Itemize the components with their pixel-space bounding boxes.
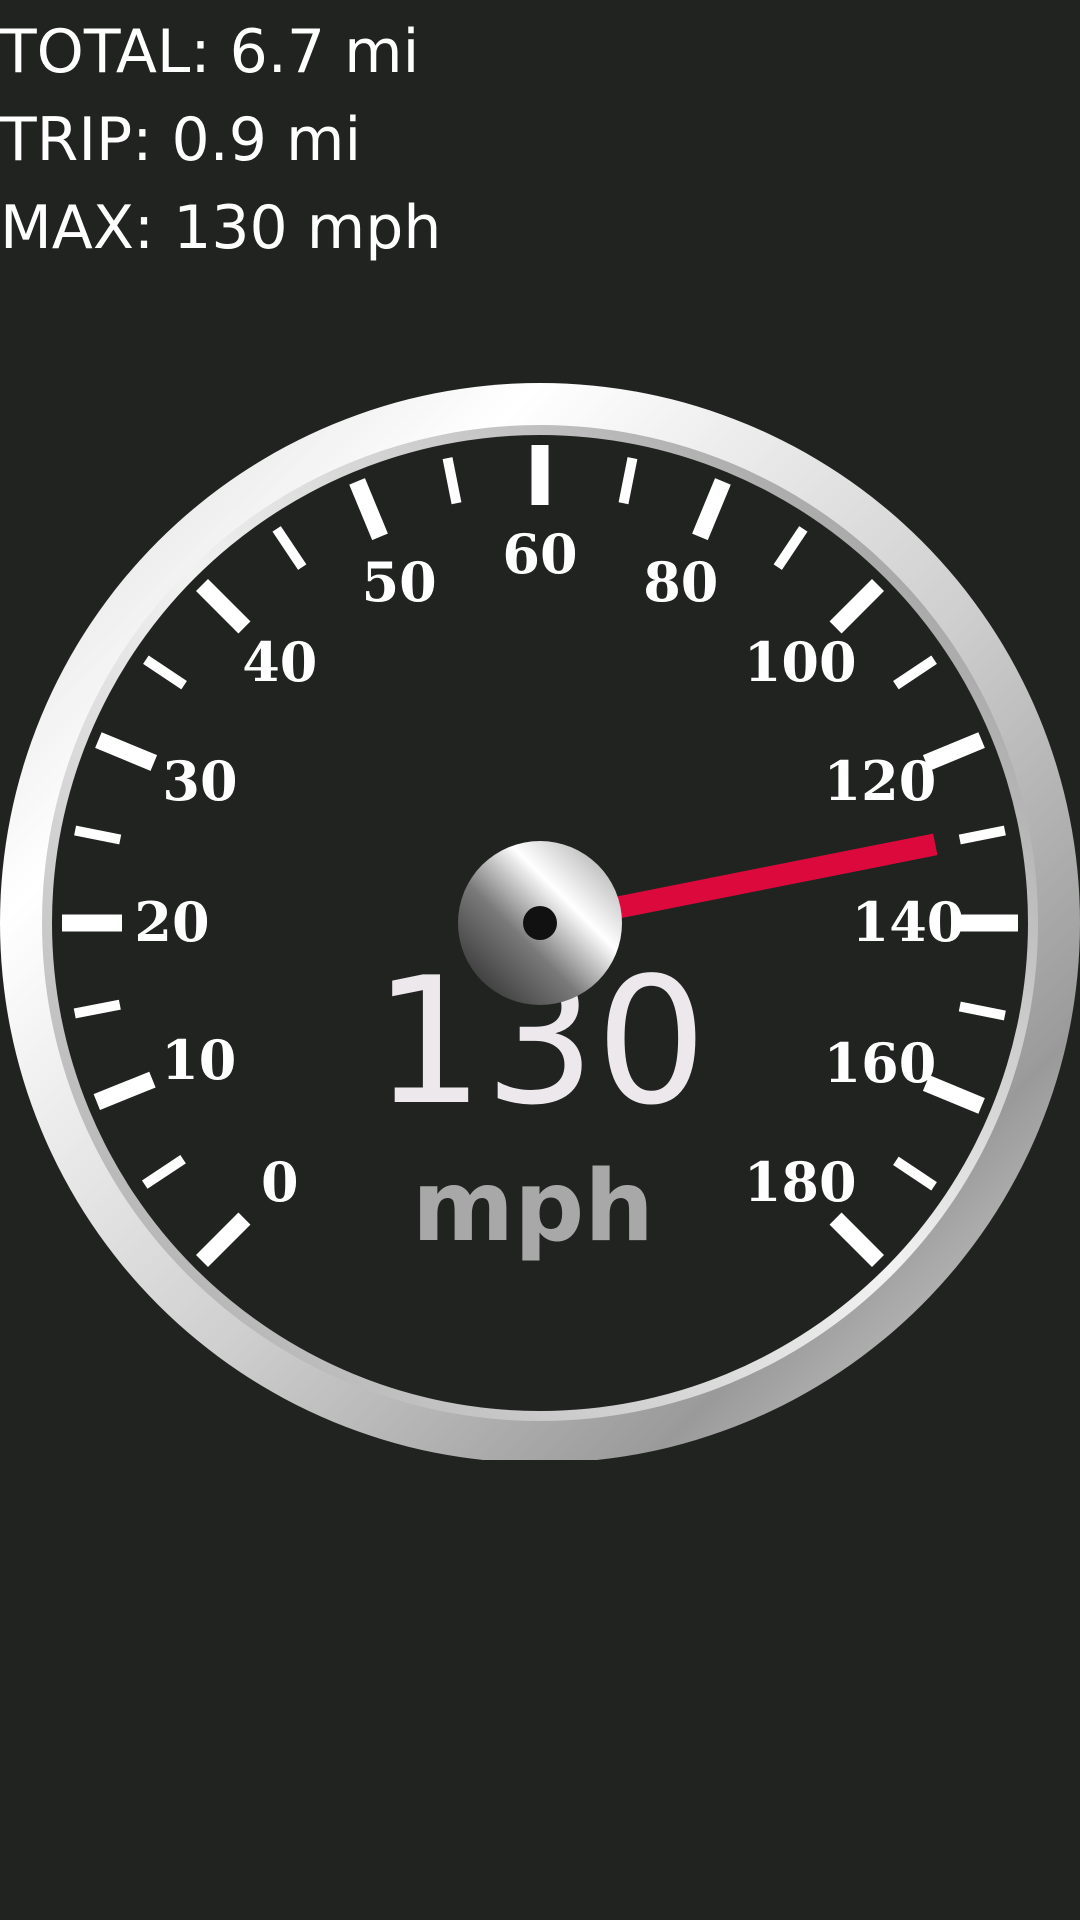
tick-label-50: 50 [362, 550, 437, 614]
unit-label: mph [412, 1150, 654, 1264]
tick-label-80: 80 [643, 550, 718, 614]
needle-hub-cap [523, 906, 557, 940]
tick-label-20: 20 [134, 890, 209, 954]
tick-label-10: 10 [161, 1028, 236, 1092]
total-distance-label: TOTAL: 6.7 mi [0, 17, 420, 87]
speedometer-gauge: 01020304050 60 80100120140160180 130 mph [0, 383, 1080, 1460]
tick-label-30: 30 [162, 749, 237, 813]
tick-label-0: 0 [261, 1150, 299, 1214]
tick-label-100: 100 [744, 630, 857, 694]
max-speed-label: MAX: 130 mph [0, 193, 442, 263]
tick-label-160: 160 [824, 1031, 937, 1095]
trip-distance-label: TRIP: 0.9 mi [0, 105, 362, 175]
tick-label-120: 120 [824, 749, 937, 813]
tick-label-140: 140 [852, 890, 965, 954]
tick-label-40: 40 [242, 630, 317, 694]
trip-stats: TOTAL: 6.7 mi TRIP: 0.9 mi MAX: 130 mph [0, 8, 441, 272]
tick-label-60: 60 [502, 522, 577, 586]
tick-label-180: 180 [744, 1150, 857, 1214]
